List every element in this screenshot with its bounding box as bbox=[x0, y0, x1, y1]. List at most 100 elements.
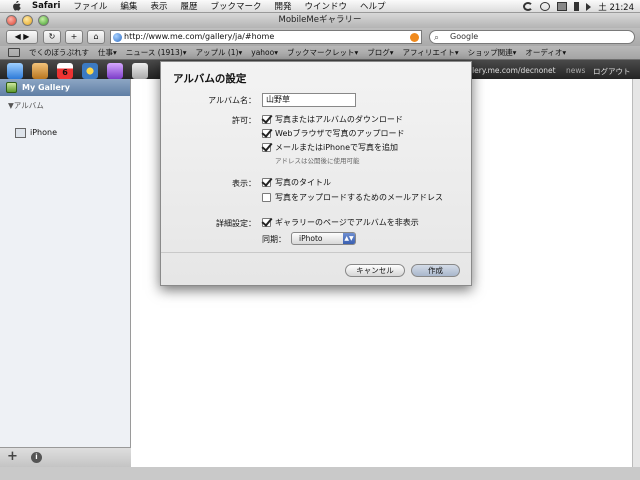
bookmark-item[interactable]: ニュース (1913)▾ bbox=[126, 47, 187, 58]
bookmark-item[interactable]: でくのぼうぷれす bbox=[29, 47, 89, 58]
advanced-hide-checkbox[interactable] bbox=[262, 218, 271, 227]
permit-download-checkbox[interactable] bbox=[262, 115, 271, 124]
album-name-input[interactable]: 山野草 bbox=[262, 93, 356, 107]
vertical-scrollbar[interactable] bbox=[632, 79, 640, 467]
time-machine-icon[interactable] bbox=[540, 2, 551, 11]
permit-download-option[interactable]: 写真またはアルバムのダウンロード bbox=[262, 114, 403, 125]
volume-icon[interactable] bbox=[586, 2, 592, 11]
display-titles-checkbox[interactable] bbox=[262, 178, 271, 187]
back-arrow-icon[interactable]: ◀ bbox=[15, 32, 21, 41]
apple-menu-icon[interactable] bbox=[10, 0, 22, 12]
bookmark-item[interactable]: アフィリエイト▾ bbox=[403, 47, 459, 58]
album-item-label: iPhone bbox=[30, 128, 58, 137]
close-window-button[interactable] bbox=[6, 15, 17, 26]
mail-icon[interactable] bbox=[7, 63, 23, 79]
create-button[interactable]: 作成 bbox=[411, 264, 460, 277]
forward-arrow-icon[interactable]: ▶ bbox=[23, 32, 29, 41]
cancel-button-label: キャンセル bbox=[356, 266, 394, 275]
rss-icon[interactable] bbox=[410, 33, 419, 42]
sync-icon[interactable] bbox=[523, 2, 534, 11]
display-titles-option[interactable]: 写真のタイトル bbox=[262, 177, 331, 188]
minimize-window-button[interactable] bbox=[22, 15, 33, 26]
window-title: MobileMeギャラリー bbox=[278, 15, 362, 25]
display-email-option[interactable]: 写真をアップロードするためのメールアドレス bbox=[262, 192, 443, 203]
info-icon: i bbox=[35, 453, 38, 461]
reload-button[interactable]: ↻ bbox=[43, 30, 61, 44]
bookmark-item[interactable]: ブログ▾ bbox=[367, 47, 393, 58]
menu-window[interactable]: ウインドウ bbox=[305, 0, 348, 12]
bookmarks-bar: でくのぼうぷれす 仕事▾ ニュース (1913)▾ アップル (1)▾ yaho… bbox=[0, 46, 640, 60]
account-icon[interactable] bbox=[132, 63, 148, 79]
address-text: http://www.me.com/gallery/ja/#home bbox=[124, 32, 275, 41]
bluetooth-icon[interactable] bbox=[574, 2, 580, 11]
globe-icon bbox=[113, 33, 122, 42]
add-bookmark-button[interactable]: + bbox=[65, 30, 83, 44]
chevron-down-icon: ▲▼ bbox=[343, 233, 355, 244]
advanced-hide-label: ギャラリーのページでアルバムを非表示 bbox=[275, 218, 419, 227]
permit-upload-mail-label: メールまたはiPhoneで写真を追加 bbox=[275, 143, 399, 152]
my-gallery-item[interactable]: My Gallery bbox=[0, 79, 130, 96]
menu-view[interactable]: 表示 bbox=[150, 0, 167, 12]
menu-develop[interactable]: 開発 bbox=[274, 0, 291, 12]
calendar-icon[interactable]: 6 bbox=[57, 63, 73, 79]
reload-icon: ↻ bbox=[48, 32, 56, 41]
sync-select[interactable]: iPhoto ▲▼ bbox=[291, 232, 356, 245]
menu-history[interactable]: 履歴 bbox=[180, 0, 197, 12]
search-icon: ⌕ bbox=[434, 33, 440, 43]
albums-heading[interactable]: ▼アルバム bbox=[0, 96, 130, 116]
logout-link[interactable]: ログアウト bbox=[593, 66, 631, 77]
news-link[interactable]: news bbox=[566, 66, 585, 75]
menu-help[interactable]: ヘルプ bbox=[360, 0, 386, 12]
bookmark-item[interactable]: アップル (1)▾ bbox=[195, 47, 242, 58]
gallery-home-icon bbox=[6, 82, 17, 93]
menu-app-name[interactable]: Safari bbox=[32, 1, 60, 11]
bookmark-item[interactable]: ショップ関連▾ bbox=[468, 47, 517, 58]
idisk-icon[interactable] bbox=[107, 63, 123, 79]
add-bookmark-label: + bbox=[70, 32, 78, 41]
bookmark-item[interactable]: 仕事▾ bbox=[98, 47, 117, 58]
menu-clock[interactable]: 土 21:24 bbox=[598, 1, 634, 13]
permit-upload-web-label: Webブラウザで写真のアップロード bbox=[275, 129, 405, 138]
advanced-hide-option[interactable]: ギャラリーのページでアルバムを非表示 bbox=[262, 217, 419, 228]
home-icon: ⌂ bbox=[93, 32, 99, 41]
create-button-label: 作成 bbox=[428, 266, 443, 275]
permit-upload-mail-option[interactable]: メールまたはiPhoneで写真を追加 bbox=[262, 142, 398, 153]
dialog-title: アルバムの設定 bbox=[173, 73, 247, 85]
bookmark-item[interactable]: yahoo▾ bbox=[251, 48, 278, 57]
add-album-button[interactable]: + bbox=[7, 449, 18, 464]
my-gallery-label: My Gallery bbox=[22, 83, 70, 92]
permit-upload-web-checkbox[interactable] bbox=[262, 129, 271, 138]
home-button[interactable]: ⌂ bbox=[87, 30, 105, 44]
display-email-checkbox[interactable] bbox=[262, 193, 271, 202]
permit-upload-web-option[interactable]: Webブラウザで写真のアップロード bbox=[262, 128, 404, 139]
gallery-url-text[interactable]: llery.me.com/decnonet bbox=[470, 66, 556, 75]
sync-label: 同期： bbox=[262, 235, 286, 244]
search-placeholder: Google bbox=[450, 32, 479, 41]
sidebar-footer: + i bbox=[0, 447, 131, 467]
zoom-window-button[interactable] bbox=[38, 15, 49, 26]
info-button[interactable]: i bbox=[31, 452, 42, 463]
menu-file[interactable]: ファイル bbox=[73, 0, 107, 12]
contacts-icon[interactable] bbox=[32, 63, 48, 79]
browser-toolbar: ◀ ▶ ↻ + ⌂ http://www.me.com/gallery/ja/#… bbox=[0, 28, 640, 46]
bookmark-item[interactable]: オーディオ▾ bbox=[525, 47, 566, 58]
back-forward-buttons[interactable]: ◀ ▶ bbox=[6, 30, 38, 44]
sync-value: iPhoto bbox=[299, 234, 323, 243]
gallery-icon[interactable] bbox=[82, 63, 98, 79]
permit-upload-mail-checkbox[interactable] bbox=[262, 143, 271, 152]
bookmark-item[interactable]: ブックマークレット▾ bbox=[287, 47, 358, 58]
permit-download-label: 写真またはアルバムのダウンロード bbox=[275, 115, 403, 124]
dialog-divider bbox=[161, 252, 471, 253]
menu-edit[interactable]: 編集 bbox=[120, 0, 137, 12]
system-menu-bar: Safari ファイル 編集 表示 履歴 ブックマーク 開発 ウインドウ ヘルプ… bbox=[0, 0, 640, 13]
cancel-button[interactable]: キャンセル bbox=[345, 264, 405, 277]
address-bar[interactable]: http://www.me.com/gallery/ja/#home bbox=[110, 30, 422, 44]
album-item-iphone[interactable]: iPhone bbox=[0, 123, 130, 143]
menu-bookmarks[interactable]: ブックマーク bbox=[210, 0, 261, 12]
window-title-bar: MobileMeギャラリー bbox=[0, 13, 640, 28]
open-book-icon[interactable] bbox=[8, 48, 20, 57]
search-field[interactable]: ⌕ Google bbox=[429, 30, 635, 44]
advanced-label: 詳細設定： bbox=[216, 219, 256, 228]
display-icon[interactable] bbox=[557, 2, 568, 11]
album-name-label: アルバム名： bbox=[208, 96, 256, 105]
